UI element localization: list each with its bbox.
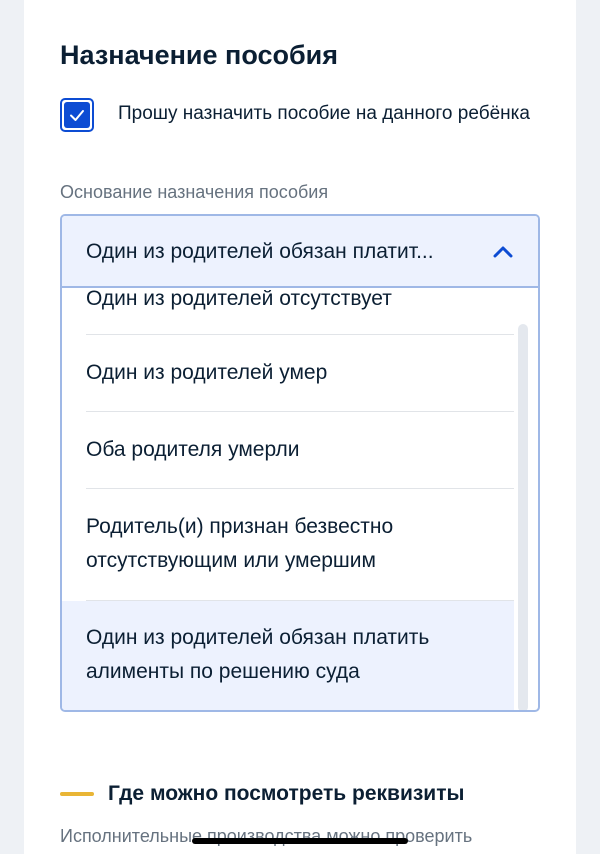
option-label: Родитель(и) признан безвестно отсутствую… — [86, 515, 394, 572]
option-both-parents-died[interactable]: Оба родителя умерли — [62, 412, 514, 488]
option-label: Один из родителей отсутствует — [86, 290, 392, 310]
basis-dropdown[interactable]: Один из родителей обязан платит... Один … — [60, 214, 540, 712]
checkbox-fill — [64, 102, 90, 128]
option-parent-died[interactable]: Один из родителей умер — [62, 335, 514, 411]
section-title: Назначение пособия — [60, 40, 339, 70]
option-label: Один из родителей умер — [86, 361, 328, 384]
requisites-accent-bar — [60, 792, 94, 796]
requisites-title: Где можно посмотреть реквизиты — [108, 782, 465, 805]
option-label: Один из родителей обязан платить алимент… — [86, 626, 430, 683]
option-parent-missing[interactable]: Родитель(и) признан безвестно отсутствую… — [62, 489, 514, 600]
basis-field-label: Основание назначения пособия — [60, 182, 329, 202]
basis-selected-value: Один из родителей обязан платит... — [86, 240, 434, 263]
home-indicator — [192, 838, 408, 844]
checkbox-label[interactable]: Прошу назначить пособие на данного ребён… — [118, 99, 538, 128]
assign-benefit-checkbox[interactable] — [60, 98, 94, 132]
basis-options-list[interactable]: Один из родителей отсутствует Один из ро… — [62, 290, 538, 710]
option-parent-absent[interactable]: Один из родителей отсутствует — [62, 290, 514, 328]
option-alimony-court[interactable]: Один из родителей обязан платить алимент… — [62, 601, 514, 710]
options-scrollbar[interactable] — [518, 324, 528, 710]
check-icon — [70, 110, 84, 121]
chevron-up-icon[interactable] — [492, 244, 514, 260]
option-label: Оба родителя умерли — [86, 438, 300, 461]
basis-select[interactable]: Один из родителей обязан платит... — [62, 216, 538, 288]
